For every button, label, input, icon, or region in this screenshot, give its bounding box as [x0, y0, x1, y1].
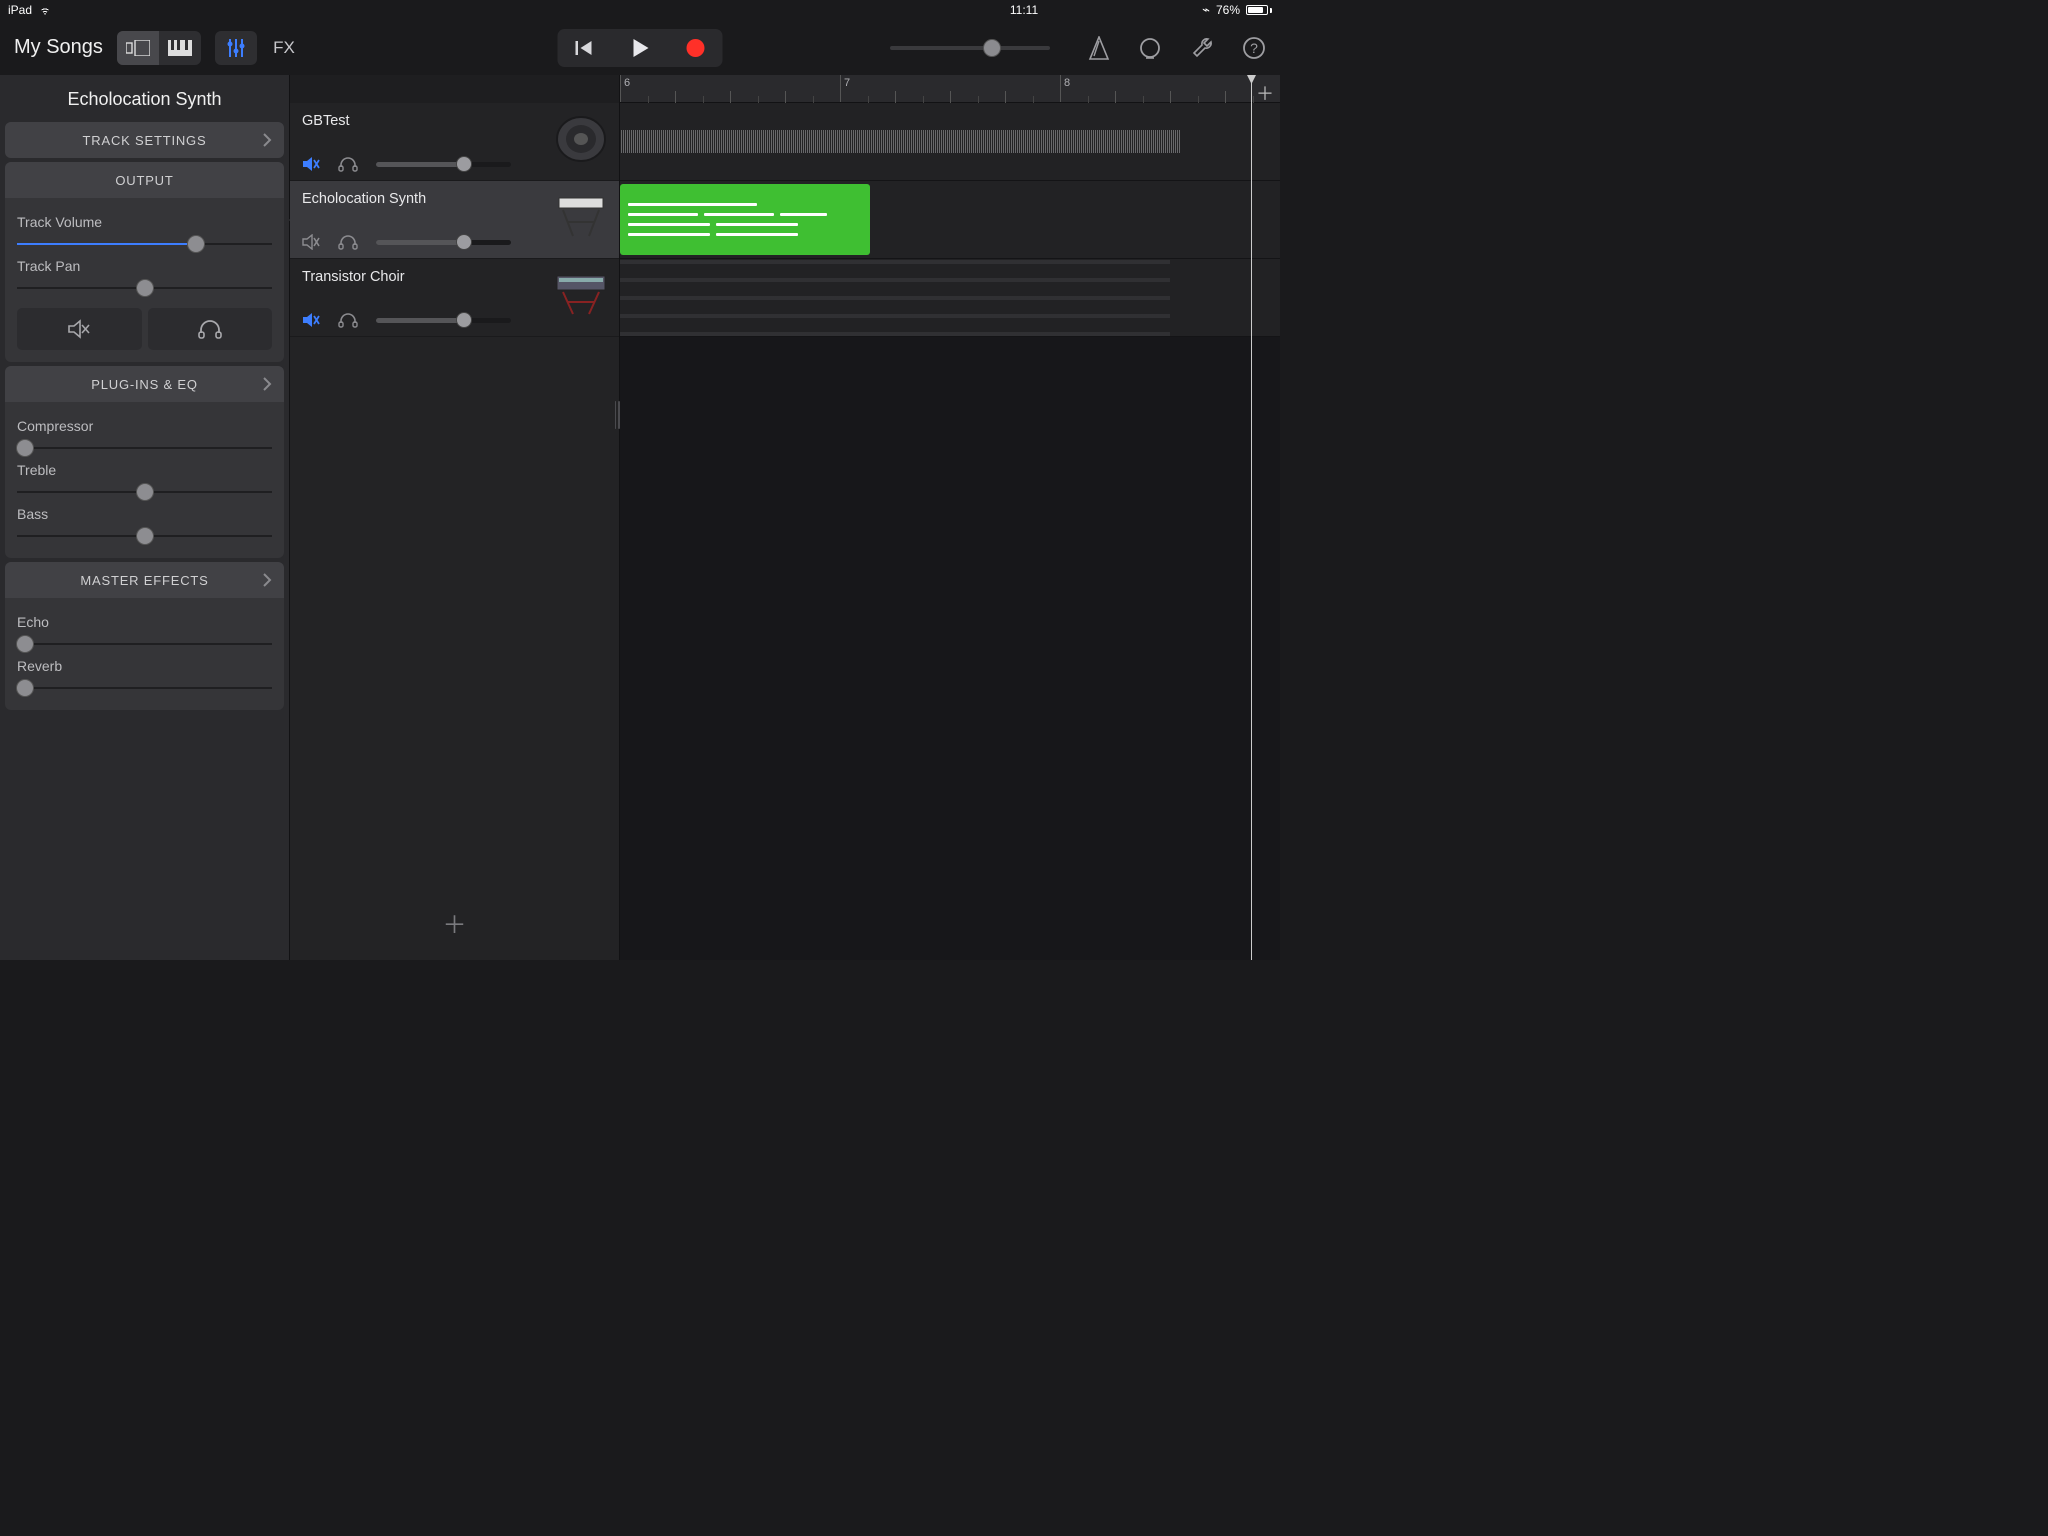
plugins-button[interactable]: PLUG-INS & EQ — [5, 366, 284, 402]
bass-slider[interactable] — [17, 530, 272, 542]
track-volume-slider[interactable] — [376, 162, 511, 167]
mixer-button[interactable] — [215, 31, 257, 65]
audio-waveform — [620, 130, 1180, 153]
battery-icon — [1246, 5, 1272, 15]
track-controls-panel: Echolocation Synth TRACK SETTINGS OUTPUT… — [0, 75, 290, 960]
rewind-button[interactable] — [558, 29, 613, 67]
track-row[interactable]: Echolocation Synth — [290, 181, 619, 259]
track-lane[interactable] — [620, 103, 1280, 181]
add-track-button[interactable]: ＋ — [443, 905, 467, 940]
plugins-label: PLUG-INS & EQ — [91, 377, 197, 392]
back-button[interactable]: My Songs — [14, 36, 103, 59]
play-button[interactable] — [613, 29, 668, 67]
headphones-icon — [197, 319, 223, 339]
track-settings-label: TRACK SETTINGS — [83, 133, 207, 148]
transport-controls — [558, 29, 723, 67]
solo-button[interactable] — [148, 308, 273, 350]
loop-button[interactable] — [1138, 36, 1162, 60]
help-button[interactable]: ? — [1242, 36, 1266, 60]
status-bar: iPad 11:11 ⌁ 76% — [0, 0, 1280, 20]
bass-label: Bass — [17, 506, 272, 522]
compressor-slider[interactable] — [17, 442, 272, 454]
treble-slider[interactable] — [17, 486, 272, 498]
bar-number: 7 — [844, 77, 850, 89]
track-lane[interactable] — [620, 259, 1280, 337]
tracks-view-button[interactable] — [117, 31, 159, 65]
bar-number: 6 — [624, 77, 630, 89]
view-mode-group — [117, 31, 201, 65]
playhead[interactable] — [1251, 75, 1252, 960]
midi-region[interactable] — [620, 184, 870, 255]
headphones-icon[interactable] — [338, 234, 358, 250]
track-pan-slider[interactable] — [17, 282, 272, 294]
chevron-right-icon — [262, 132, 272, 148]
timeline[interactable]: 6 7 8 ＋ — [620, 75, 1280, 960]
track-settings-button[interactable]: TRACK SETTINGS — [5, 122, 284, 158]
track-row[interactable]: GBTest — [290, 103, 619, 181]
speaker-icon — [551, 111, 611, 167]
clock: 11:11 — [1010, 3, 1038, 17]
track-volume-slider[interactable] — [376, 240, 511, 245]
record-icon — [685, 38, 705, 58]
treble-label: Treble — [17, 462, 272, 478]
track-volume-slider[interactable] — [17, 238, 272, 250]
compressor-label: Compressor — [17, 418, 272, 434]
rewind-icon — [575, 39, 595, 57]
chevron-right-icon — [262, 376, 272, 392]
headphones-icon[interactable] — [338, 312, 358, 328]
pan-label: Track Pan — [17, 258, 272, 274]
metronome-button[interactable] — [1088, 36, 1110, 60]
track-row[interactable]: Transistor Choir — [290, 259, 619, 337]
main-toolbar: My Songs FX — [0, 20, 1280, 75]
track-list: GBTest Echolocation Synth Transistor C — [290, 75, 620, 960]
mute-icon[interactable] — [302, 156, 320, 172]
loop-icon — [1138, 36, 1162, 60]
synth-icon — [551, 267, 611, 323]
dimmed-region[interactable] — [620, 259, 1170, 336]
master-effects-label: MASTER EFFECTS — [80, 573, 208, 588]
reverb-slider[interactable] — [17, 682, 272, 694]
sliders-icon — [226, 39, 246, 57]
keyboard-icon — [551, 189, 611, 245]
echo-label: Echo — [17, 614, 272, 630]
bluetooth-icon: ⌁ — [1202, 2, 1210, 18]
wifi-icon — [38, 5, 52, 15]
panel-title: Echolocation Synth — [0, 75, 289, 122]
record-button[interactable] — [668, 29, 723, 67]
mute-icon[interactable] — [302, 312, 320, 328]
track-lane[interactable] — [620, 181, 1280, 259]
volume-label: Track Volume — [17, 214, 272, 230]
svg-text:?: ? — [1250, 40, 1258, 56]
song-position[interactable] — [890, 46, 1050, 50]
mute-icon — [67, 319, 91, 339]
keyboard-view-button[interactable] — [159, 31, 201, 65]
metronome-icon — [1088, 36, 1110, 60]
fx-button[interactable]: FX — [263, 31, 305, 65]
settings-button[interactable] — [1190, 36, 1214, 60]
chevron-right-icon — [262, 572, 272, 588]
echo-slider[interactable] — [17, 638, 272, 650]
mute-icon[interactable] — [302, 234, 320, 250]
tracks-icon — [126, 40, 150, 56]
headphones-icon[interactable] — [338, 156, 358, 172]
piano-icon — [168, 40, 192, 56]
battery-percent: 76% — [1216, 3, 1240, 17]
master-effects-button[interactable]: MASTER EFFECTS — [5, 562, 284, 598]
track-volume-slider[interactable] — [376, 318, 511, 323]
help-icon: ? — [1242, 36, 1266, 60]
play-icon — [631, 38, 649, 58]
bar-number: 8 — [1064, 77, 1070, 89]
output-label: OUTPUT — [115, 173, 173, 188]
mute-button[interactable] — [17, 308, 142, 350]
reverb-label: Reverb — [17, 658, 272, 674]
output-header: OUTPUT — [5, 162, 284, 198]
ruler[interactable]: 6 7 8 ＋ — [620, 75, 1280, 103]
wrench-icon — [1190, 36, 1214, 60]
device-label: iPad — [8, 3, 32, 17]
